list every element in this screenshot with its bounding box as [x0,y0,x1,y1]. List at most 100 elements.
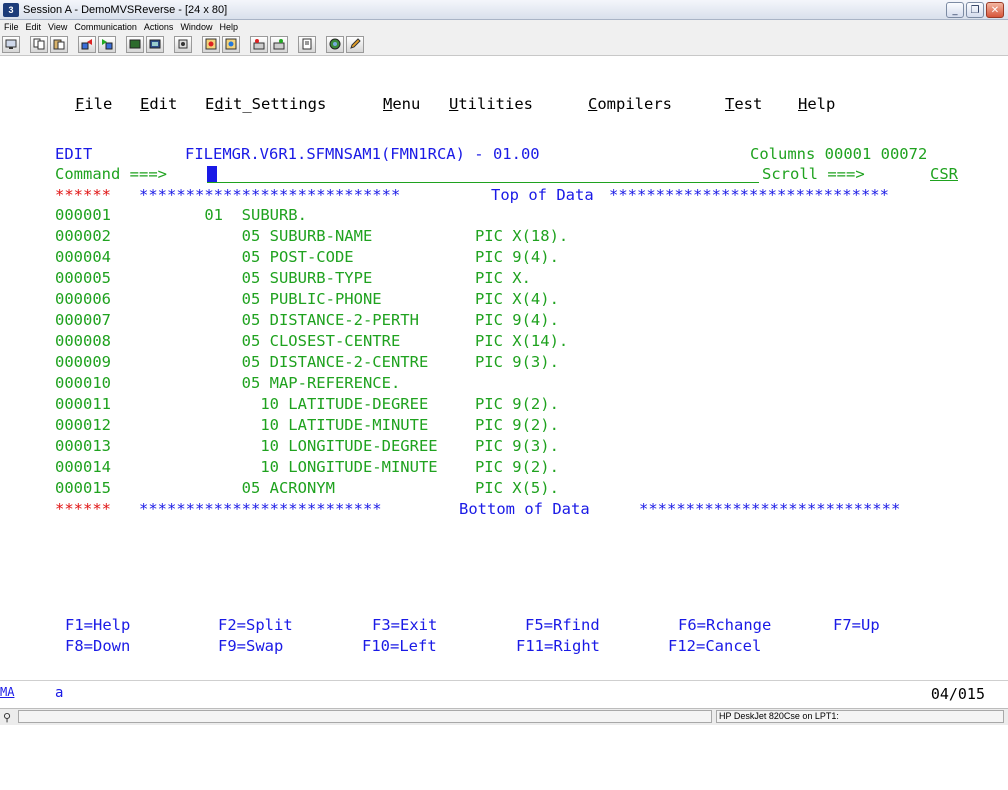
source-line[interactable]: 000001 01 SUBURB. [0,204,307,226]
line-number[interactable]: 000014 [55,456,111,478]
menu-edit[interactable]: Edit [26,22,42,32]
pfkey-f1[interactable]: F1=Help [65,614,130,636]
menu-actions[interactable]: Actions [144,22,174,32]
line-text[interactable]: 05 CLOSEST-CENTRE PIC X(14). [139,330,569,352]
minimize-button[interactable]: _ [946,2,964,18]
scroll-amount-input[interactable]: CSR [930,163,958,185]
restore-button[interactable]: ❐ [966,2,984,18]
receive-file-icon[interactable] [98,35,116,53]
pfkey-f9[interactable]: F9=Swap [218,635,283,657]
scroll-label: Scroll ===> [762,165,865,183]
terminal-screen[interactable]: File Edit Edit_Settings Menu Utilities C… [0,56,1008,680]
line-number[interactable]: 000009 [55,351,111,373]
top-stars-right: ****************************** [609,186,889,204]
connection-icon: ⚲ [3,712,12,724]
paste-icon[interactable] [50,35,68,53]
line-number[interactable]: 000012 [55,414,111,436]
source-line[interactable]: 000009 05 DISTANCE-2-CENTRE PIC 9(3). [0,351,559,373]
pfkey-f5[interactable]: F5=Rfind [525,614,600,636]
menu-help[interactable]: Help [219,22,238,32]
pfkey-f11[interactable]: F11=Right [516,635,600,657]
line-text[interactable]: 10 LATITUDE-MINUTE PIC 9(2). [139,414,559,436]
menu-window[interactable]: Window [180,22,212,32]
line-text[interactable]: 05 DISTANCE-2-PERTH PIC 9(4). [139,309,559,331]
close-button[interactable]: ✕ [986,2,1004,18]
line-number[interactable]: 000004 [55,246,111,268]
line-number[interactable]: 000008 [55,330,111,352]
line-number[interactable]: 000007 [55,309,111,331]
macro-stop-icon[interactable] [222,35,240,53]
menu-file[interactable]: File [4,22,19,32]
line-text[interactable]: 10 LONGITUDE-MINUTE PIC 9(2). [139,456,559,478]
pfkey-f3[interactable]: F3=Exit [372,614,437,636]
pfkey-row-2: F8=Down F9=Swap F10=Left F11=Right F12=C… [0,635,761,657]
run-icon[interactable] [250,35,268,53]
action-test[interactable]: Test [725,93,762,115]
printer-status: HP DeskJet 820Cse on LPT1: [716,710,1004,723]
source-line[interactable]: 000014 10 LONGITUDE-MINUTE PIC 9(2). [0,456,559,478]
bottom-of-data-line: ****** ************************** Bottom… [0,498,900,520]
action-file[interactable]: File [75,93,112,115]
line-text[interactable]: 05 PUBLIC-PHONE PIC X(4). [139,288,559,310]
line-number[interactable]: 000006 [55,288,111,310]
source-line[interactable]: 000008 05 CLOSEST-CENTRE PIC X(14). [0,330,568,352]
print-screen-icon[interactable] [2,35,20,53]
line-number[interactable]: 000013 [55,435,111,457]
copy-icon[interactable] [30,35,48,53]
source-line[interactable]: 000005 05 SUBURB-TYPE PIC X. [0,267,531,289]
pfkey-f12[interactable]: F12=Cancel [668,635,761,657]
source-line[interactable]: 000004 05 POST-CODE PIC 9(4). [0,246,559,268]
line-text[interactable]: 05 POST-CODE PIC 9(4). [139,246,559,268]
line-number[interactable]: 000001 [55,204,111,226]
action-menu[interactable]: Menu [383,93,420,115]
source-line[interactable]: 000015 05 ACRONYM PIC X(5). [0,477,559,499]
line-text[interactable]: 05 SUBURB-NAME PIC X(18). [139,225,569,247]
source-line[interactable]: 000011 10 LATITUDE-DEGREE PIC 9(2). [0,393,559,415]
edit-pencil-icon[interactable] [346,35,364,53]
macro-play-icon[interactable] [202,35,220,53]
status-bar: ⚲ HP DeskJet 820Cse on LPT1: [0,708,1008,725]
line-text[interactable]: 01 SUBURB. [139,204,307,226]
bottom-marker: ****** [55,500,111,518]
line-text[interactable]: 10 LATITUDE-DEGREE PIC 9(2). [139,393,559,415]
source-line[interactable]: 000006 05 PUBLIC-PHONE PIC X(4). [0,288,559,310]
pfkey-f8[interactable]: F8=Down [65,635,130,657]
line-number[interactable]: 000005 [55,267,111,289]
display-icon[interactable] [126,35,144,53]
source-line[interactable]: 000013 10 LONGITUDE-DEGREE PIC 9(3). [0,435,559,457]
color-palette-icon[interactable] [326,35,344,53]
pfkey-f7[interactable]: F7=Up [833,614,880,636]
source-line[interactable]: 000012 10 LATITUDE-MINUTE PIC 9(2). [0,414,559,436]
line-text[interactable]: 05 ACRONYM PIC X(5). [139,477,559,499]
stop-run-icon[interactable] [270,35,288,53]
clipboard-icon[interactable] [298,35,316,53]
pfkey-f6[interactable]: F6=Rchange [678,614,771,636]
status-message-field [18,710,712,723]
line-text[interactable]: 05 DISTANCE-2-CENTRE PIC 9(3). [139,351,559,373]
line-text[interactable]: 05 SUBURB-TYPE PIC X. [139,267,531,289]
send-file-icon[interactable] [78,35,96,53]
action-utilities[interactable]: Utilities [449,93,533,115]
menu-bar: File Edit View Communication Actions Win… [0,20,1008,33]
action-edit-settings[interactable]: Edit_Settings [205,93,326,115]
action-compilers[interactable]: Compilers [588,93,672,115]
keypad-icon[interactable] [146,35,164,53]
pfkey-f2[interactable]: F2=Split [218,614,293,636]
action-edit[interactable]: Edit [140,93,177,115]
line-text[interactable]: 05 MAP-REFERENCE. [139,372,401,394]
pfkey-f10[interactable]: F10=Left [362,635,437,657]
macro-record-icon[interactable] [174,35,192,53]
source-line[interactable]: 000007 05 DISTANCE-2-PERTH PIC 9(4). [0,309,559,331]
source-line[interactable]: 000002 05 SUBURB-NAME PIC X(18). [0,225,568,247]
line-number[interactable]: 000015 [55,477,111,499]
menu-view[interactable]: View [48,22,67,32]
source-line[interactable]: 000010 05 MAP-REFERENCE. [0,372,400,394]
menu-communication[interactable]: Communication [74,22,137,32]
line-number[interactable]: 000010 [55,372,111,394]
action-help[interactable]: Help [798,93,835,115]
command-input[interactable] [207,182,759,183]
app-icon[interactable]: 3 [3,2,19,17]
line-number[interactable]: 000002 [55,225,111,247]
line-number[interactable]: 000011 [55,393,111,415]
line-text[interactable]: 10 LONGITUDE-DEGREE PIC 9(3). [139,435,559,457]
